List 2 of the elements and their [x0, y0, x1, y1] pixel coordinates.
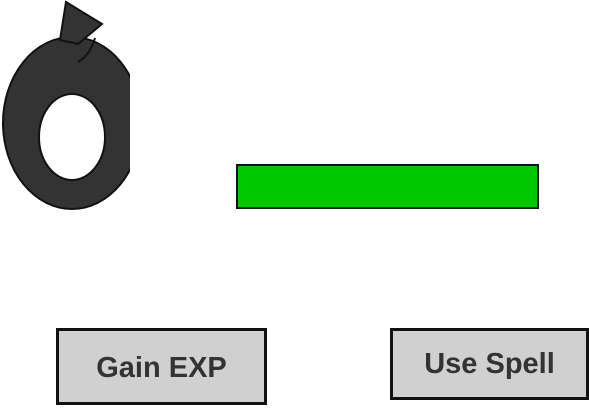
action-button[interactable]: Use Spell [390, 328, 589, 400]
action-button[interactable]: Gain EXP [56, 328, 267, 405]
